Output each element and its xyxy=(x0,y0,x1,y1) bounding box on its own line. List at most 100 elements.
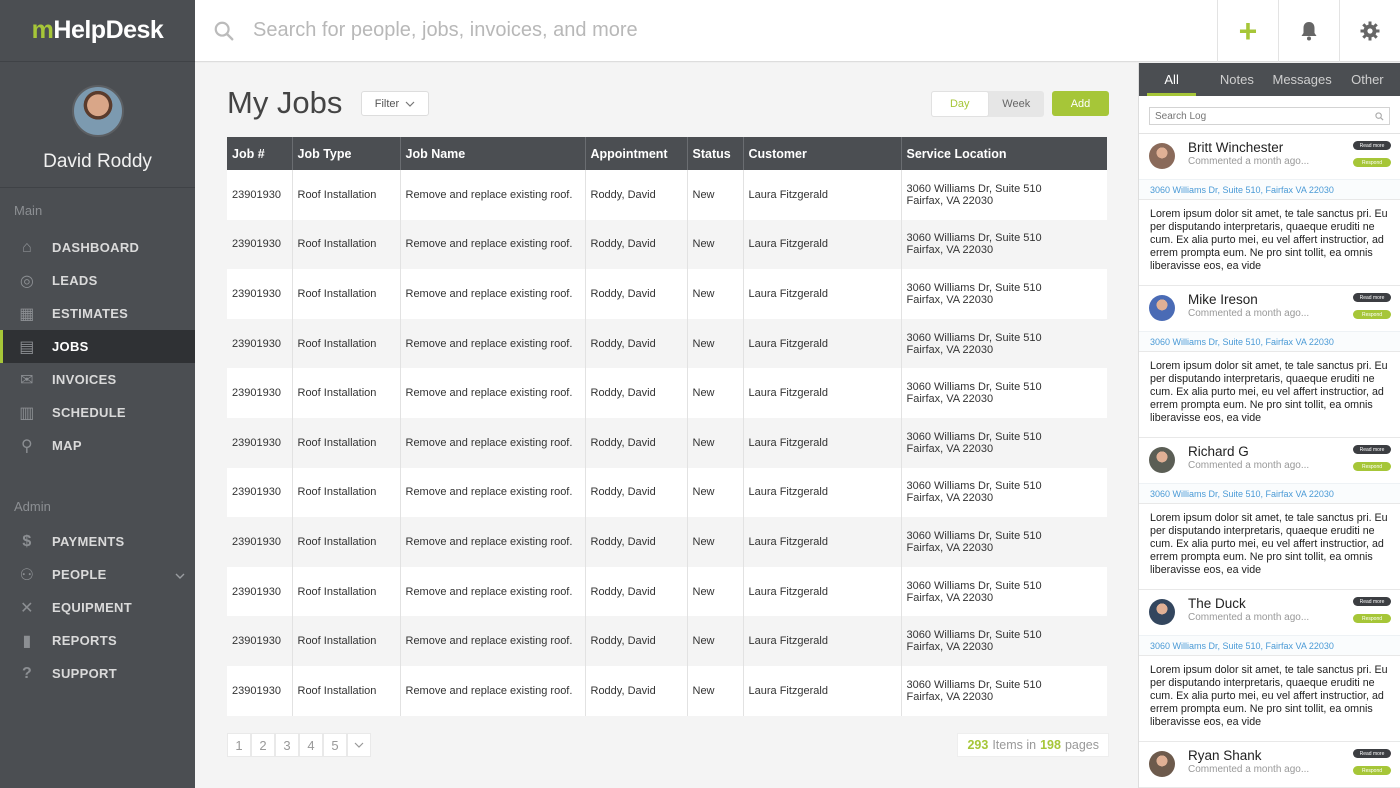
sidebar-item-jobs[interactable]: ▤ JOBS xyxy=(0,330,195,363)
table-row[interactable]: 23901930 Roof Installation Remove and repl… xyxy=(227,467,1107,518)
read-more-button[interactable]: Read more xyxy=(1353,141,1391,150)
log-author-name[interactable]: Richard G xyxy=(1188,444,1249,459)
tab-notes[interactable]: Notes xyxy=(1204,63,1269,96)
log-address-link[interactable]: 3060 Williams Dr, Suite 510, Fairfax VA … xyxy=(1139,635,1400,655)
table-row[interactable]: 23901930 Roof Installation Remove and repl… xyxy=(227,616,1107,666)
pages-count: 198 xyxy=(1040,738,1061,752)
logo-text: HelpDesk xyxy=(53,16,164,44)
page-link-3[interactable]: 3 xyxy=(275,733,299,757)
sidebar-item-estimates[interactable]: ▦ ESTIMATES xyxy=(0,297,195,330)
settings-button[interactable] xyxy=(1339,0,1400,62)
table-row[interactable]: 23901930 Roof Installation Remove and repl… xyxy=(227,417,1107,468)
read-more-button[interactable]: Read more xyxy=(1353,445,1391,454)
location-line2: Fairfax, VA 22030 xyxy=(906,690,994,703)
avatar[interactable] xyxy=(1149,751,1175,777)
read-more-button[interactable]: Read more xyxy=(1353,293,1391,302)
log-author-name[interactable]: Ryan Shank xyxy=(1188,748,1262,763)
read-more-button[interactable]: Read more xyxy=(1353,749,1391,758)
sidebar-item-reports[interactable]: ▮ REPORTS xyxy=(0,624,195,657)
cell-job: 23901930 xyxy=(227,517,293,567)
avatar[interactable] xyxy=(1149,447,1175,473)
table-row[interactable]: 23901930 Roof Installation Remove and repl… xyxy=(227,665,1107,716)
location-line1: 3060 Williams Dr, Suite 510 xyxy=(906,529,1042,542)
table-row[interactable]: 23901930 Roof Installation Remove and repl… xyxy=(227,269,1107,319)
cell-appt: Roddy, David xyxy=(585,517,688,567)
sidebar-item-payments[interactable]: $ PAYMENTS xyxy=(0,525,195,558)
column-header[interactable]: Service Location xyxy=(901,137,1107,170)
chevron-down-icon[interactable] xyxy=(175,568,185,582)
tab-all[interactable]: All xyxy=(1139,63,1204,96)
cell-customer: Laura Fitzgerald xyxy=(743,368,902,418)
cell-name: Remove and replace existing roof. xyxy=(400,467,586,518)
log-search-input[interactable] xyxy=(1155,110,1375,122)
respond-button[interactable]: Respond xyxy=(1353,766,1391,775)
cell-location: 3060 Williams Dr, Suite 510 Fairfax, VA 2… xyxy=(901,219,1107,270)
avatar[interactable] xyxy=(1149,599,1175,625)
user-profile: David Roddy xyxy=(0,62,195,188)
calendar-icon: ▥ xyxy=(19,404,35,422)
log-author-name[interactable]: The Duck xyxy=(1188,596,1246,611)
column-header[interactable]: Appointment xyxy=(585,137,688,170)
page-link-5[interactable]: 5 xyxy=(323,733,347,757)
column-header[interactable]: Job Type xyxy=(292,137,401,170)
page-link-2[interactable]: 2 xyxy=(251,733,275,757)
cell-location: 3060 Williams Dr, Suite 510 Fairfax, VA 2… xyxy=(901,417,1107,468)
sidebar-item-support[interactable]: ? SUPPORT xyxy=(0,657,195,690)
avatar[interactable] xyxy=(71,85,124,137)
page-more-button[interactable] xyxy=(347,733,371,757)
log-address-link[interactable]: 3060 Williams Dr, Suite 510, Fairfax VA … xyxy=(1139,331,1400,351)
sidebar-item-map[interactable]: ⚲ MAP xyxy=(0,429,195,462)
respond-button[interactable]: Respond xyxy=(1353,462,1391,471)
cell-location: 3060 Williams Dr, Suite 510 Fairfax, VA 2… xyxy=(901,368,1107,418)
log-address-link[interactable]: 3060 Williams Dr, Suite 510, Fairfax VA … xyxy=(1139,483,1400,503)
tab-messages[interactable]: Messages xyxy=(1270,63,1335,96)
user-lock-icon: ◎ xyxy=(19,272,35,290)
log-address-link[interactable]: 3060 Williams Dr, Suite 510, Fairfax VA … xyxy=(1139,179,1400,199)
table-row[interactable]: 23901930 Roof Installation Remove and repl… xyxy=(227,318,1107,369)
log-author-name[interactable]: Mike Ireson xyxy=(1188,292,1258,307)
tab-other[interactable]: Other xyxy=(1335,63,1400,96)
cell-name: Remove and replace existing roof. xyxy=(400,417,586,468)
column-header[interactable]: Customer xyxy=(743,137,902,170)
add-job-button[interactable]: Add xyxy=(1052,91,1109,116)
table-row[interactable]: 23901930 Roof Installation Remove and repl… xyxy=(227,219,1107,270)
respond-button[interactable]: Respond xyxy=(1353,158,1391,167)
respond-button[interactable]: Respond xyxy=(1353,614,1391,623)
cell-type: Roof Installation xyxy=(292,219,401,270)
read-more-button[interactable]: Read more xyxy=(1353,597,1391,606)
column-header[interactable]: Job # xyxy=(227,137,293,170)
column-header[interactable]: Status xyxy=(687,137,744,170)
day-view-button[interactable]: Day xyxy=(931,91,989,117)
logo[interactable]: mHelpDesk xyxy=(0,0,195,62)
filter-button[interactable]: Filter xyxy=(361,91,429,116)
notifications-button[interactable] xyxy=(1278,0,1339,62)
sidebar-item-invoices[interactable]: ✉ INVOICES xyxy=(0,363,195,396)
column-header[interactable]: Job Name xyxy=(400,137,586,170)
search-input[interactable] xyxy=(253,19,1053,42)
avatar[interactable] xyxy=(1149,143,1175,169)
week-view-button[interactable]: Week xyxy=(989,91,1045,117)
log-author-name[interactable]: Britt Winchester xyxy=(1188,140,1283,155)
table-row[interactable]: 23901930 Roof Installation Remove and repl… xyxy=(227,566,1107,617)
cell-status: New xyxy=(687,170,744,220)
cell-type: Roof Installation xyxy=(292,665,401,716)
sidebar-item-people[interactable]: ⚇ PEOPLE xyxy=(0,558,195,591)
table-row[interactable]: 23901930 Roof Installation Remove and repl… xyxy=(227,368,1107,418)
sidebar-item-dashboard[interactable]: ⌂ DASHBOARD xyxy=(0,231,195,264)
respond-button[interactable]: Respond xyxy=(1353,310,1391,319)
table-row[interactable]: 23901930 Roof Installation Remove and repl… xyxy=(227,170,1107,220)
log-entry-header: Richard G Commented a month ago... Read mo… xyxy=(1139,438,1400,483)
sidebar-item-leads[interactable]: ◎ LEADS xyxy=(0,264,195,297)
cell-location: 3060 Williams Dr, Suite 510 Fairfax, VA 2… xyxy=(901,566,1107,617)
table-row[interactable]: 23901930 Roof Installation Remove and repl… xyxy=(227,517,1107,567)
avatar[interactable] xyxy=(1149,295,1175,321)
cell-job: 23901930 xyxy=(227,219,293,270)
add-new-button[interactable]: + xyxy=(1217,0,1278,62)
cell-name: Remove and replace existing roof. xyxy=(400,219,586,270)
tools-icon: ✕ xyxy=(20,599,34,617)
page-link-1[interactable]: 1 xyxy=(227,733,251,757)
page-link-4[interactable]: 4 xyxy=(299,733,323,757)
sidebar-item-schedule[interactable]: ▥ SCHEDULE xyxy=(0,396,195,429)
cell-appt: Roddy, David xyxy=(585,269,688,319)
sidebar-item-equipment[interactable]: ✕ EQUIPMENT xyxy=(0,591,195,624)
